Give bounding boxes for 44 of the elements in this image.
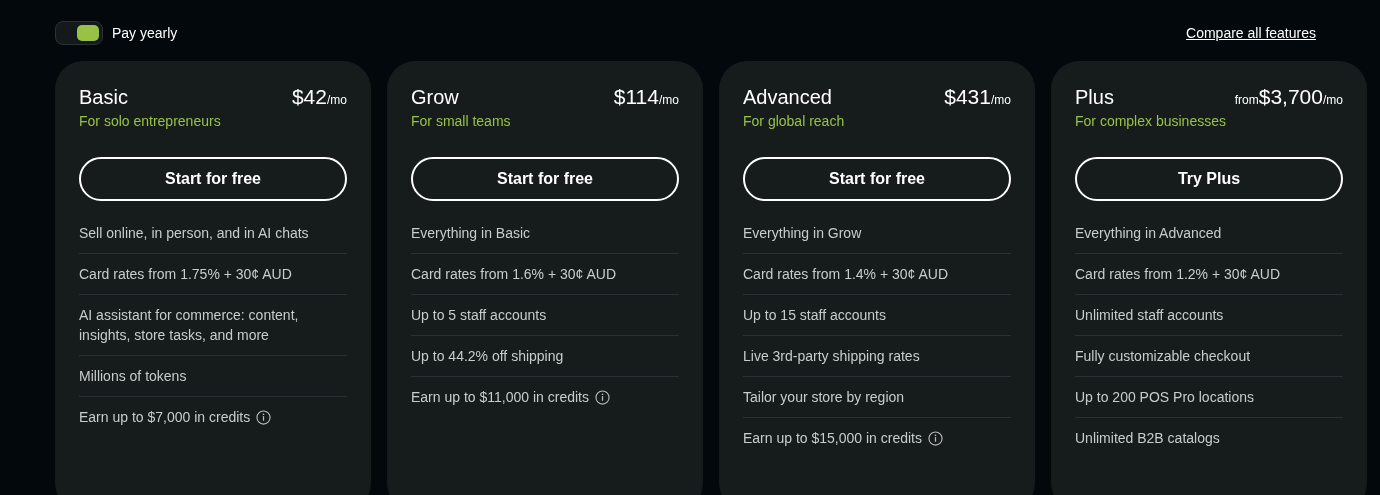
toggle-label: Pay yearly: [112, 24, 178, 41]
plan-tagline: For small teams: [411, 113, 512, 129]
feature-text: Live 3rd-party shipping rates: [743, 347, 920, 366]
feature-text: Earn up to $15,000 in credits: [743, 429, 922, 448]
feature-text: Up to 44.2% off shipping: [411, 347, 564, 366]
feature-text: Up to 5 staff accounts: [411, 306, 547, 325]
plan-price: $42/mo: [291, 85, 347, 109]
plan-price: from$3,700/mo: [1234, 85, 1343, 109]
feature-text: Earn up to $7,000 in credits: [79, 408, 251, 427]
start-button[interactable]: Start for free: [411, 157, 679, 201]
plan-price: $431/mo: [944, 85, 1011, 109]
feature-text: Everything in Grow: [743, 224, 862, 243]
feature-text: Earn up to $11,000 in credits: [411, 388, 589, 407]
info-icon[interactable]: [594, 389, 610, 405]
plan-name: Grow: [411, 86, 459, 109]
plan-tagline: For complex businesses: [1075, 113, 1227, 129]
feature-text: Card rates from 1.4% + 30¢ AUD: [743, 265, 949, 284]
feature-text: Tailor your store by region: [743, 388, 905, 407]
feature-text: Millions of tokens: [79, 367, 187, 386]
feature-text: Unlimited staff accounts: [1075, 306, 1224, 325]
feature-text: Card rates from 1.75% + 30¢ AUD: [79, 265, 292, 284]
start-button[interactable]: Start for free: [743, 157, 1011, 201]
plan-name: Basic: [79, 86, 128, 109]
feature-text: AI assistant for commerce: content, insights, store tasks, and more: [79, 306, 300, 345]
feature-text: Everything in Advanced: [1075, 224, 1222, 243]
feature-text: Everything in Basic: [411, 224, 531, 243]
feature-text: Fully customizable checkout: [1075, 347, 1251, 366]
info-icon[interactable]: [256, 409, 272, 425]
plan-name: Plus: [1075, 86, 1114, 109]
start-button[interactable]: Start for free: [79, 157, 347, 201]
feature-text: Card rates from 1.6% + 30¢ AUD: [411, 265, 617, 284]
plan-name: Advanced: [743, 86, 832, 109]
toggle-switch[interactable]: [55, 20, 103, 45]
plan-price: $114/mo: [613, 85, 679, 109]
feature-text: Up to 15 staff accounts: [743, 306, 886, 325]
feature-text: Card rates from 1.2% + 30¢ AUD: [1075, 265, 1281, 284]
compare-link[interactable]: Compare all features: [1186, 24, 1316, 41]
feature-text: Up to 200 POS Pro locations: [1075, 388, 1254, 407]
info-icon[interactable]: [928, 430, 943, 446]
start-button[interactable]: Try Plus: [1075, 157, 1343, 201]
plan-tagline: For solo entrepreneurs: [79, 113, 222, 129]
feature-text: Sell online, in person, and in AI chats: [79, 224, 309, 243]
plan-tagline: For global reach: [743, 113, 846, 129]
feature-text: Unlimited B2B catalogs: [1075, 429, 1220, 448]
